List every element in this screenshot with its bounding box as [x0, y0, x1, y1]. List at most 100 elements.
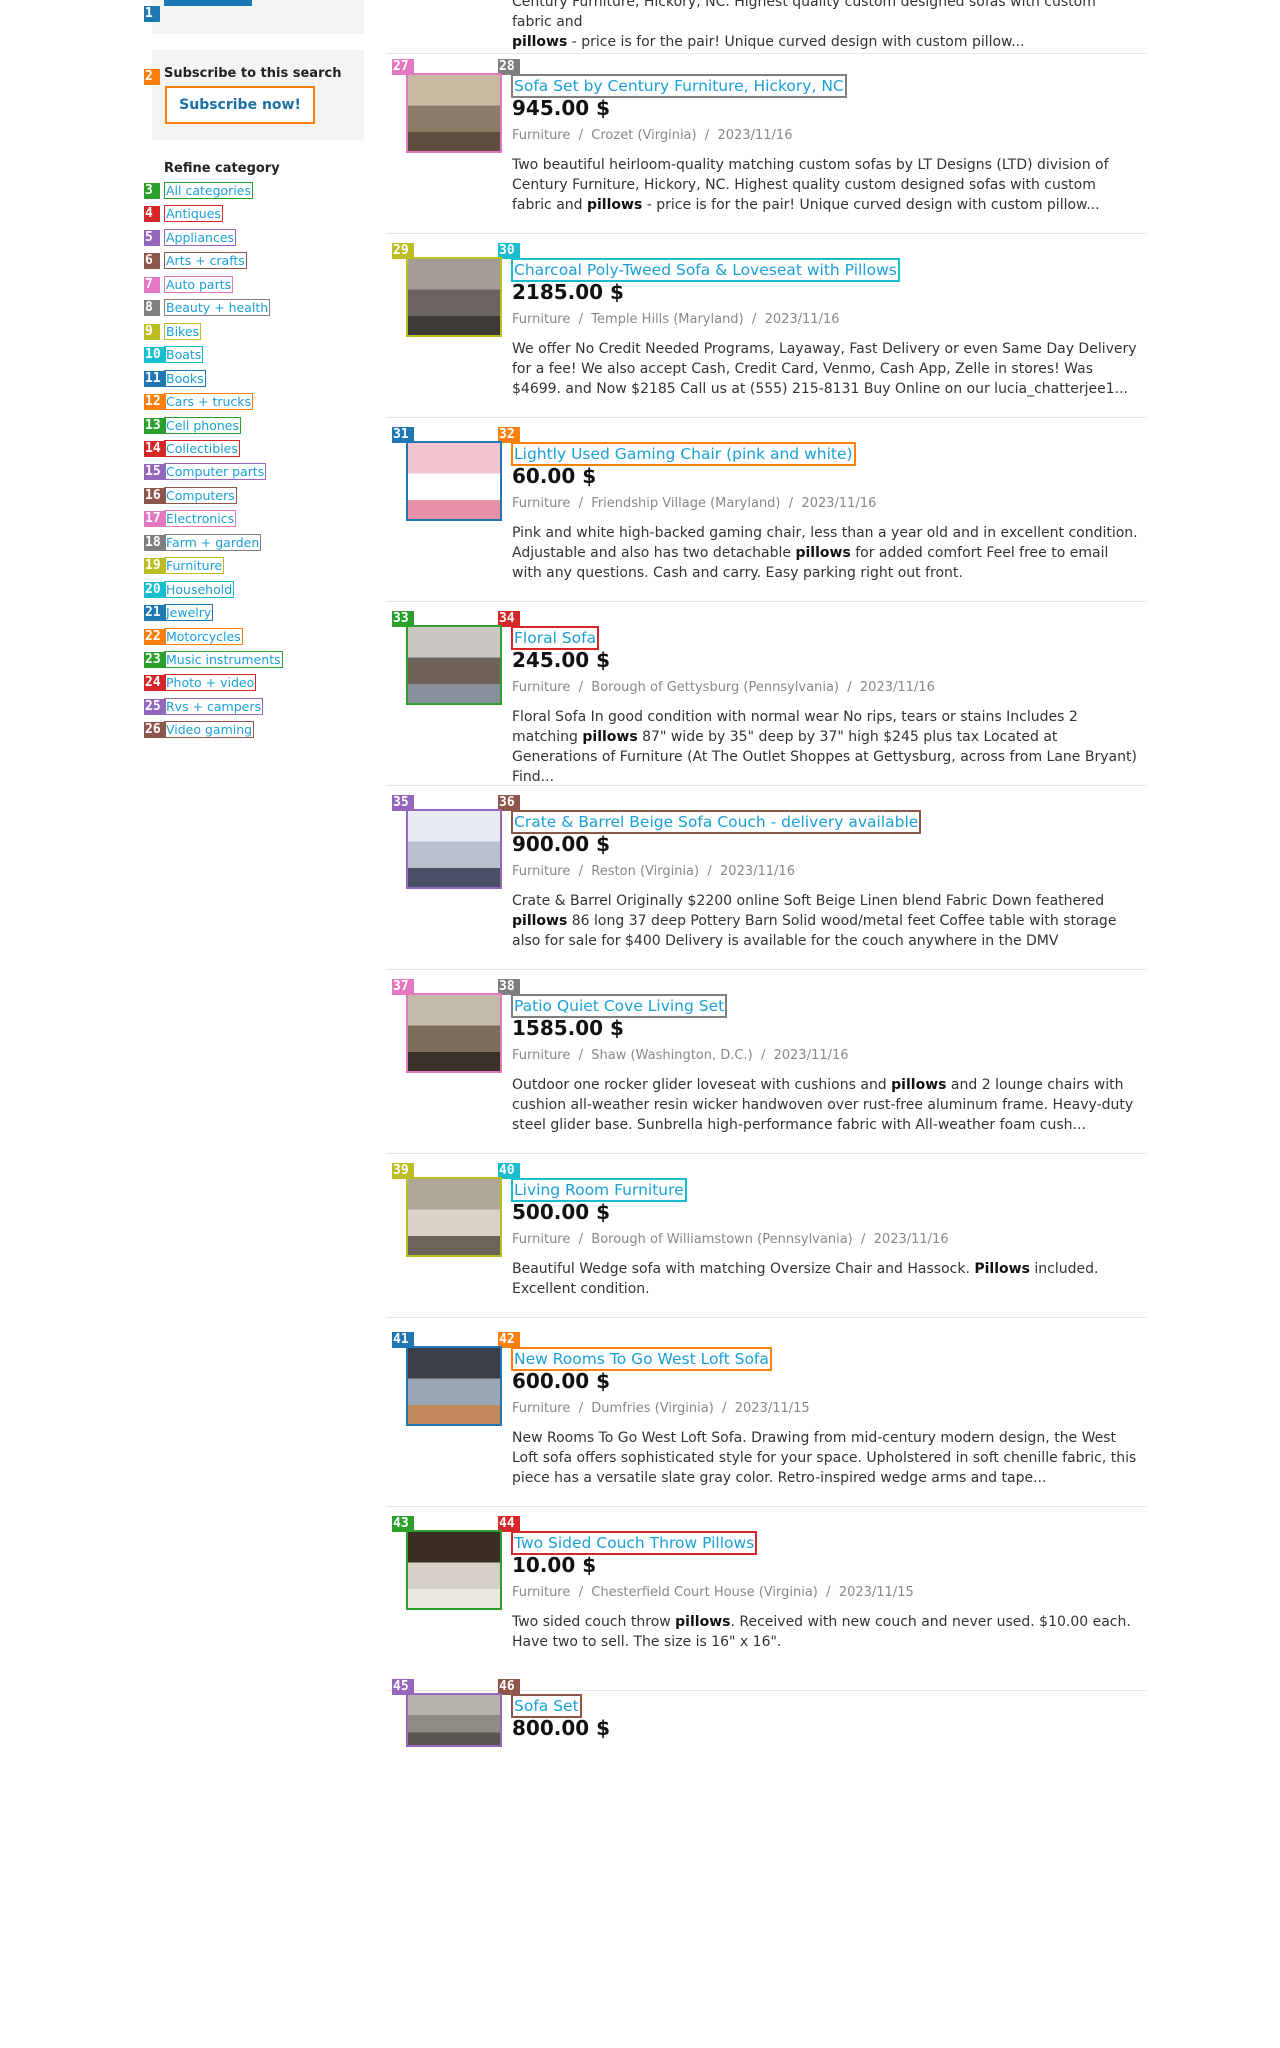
category-link[interactable]: Appliances	[164, 228, 237, 246]
category-link[interactable]: Collectibles	[164, 439, 240, 457]
listing-thumbnail[interactable]	[406, 1346, 502, 1426]
category-link[interactable]: Electronics	[164, 510, 237, 528]
listing-description: Beautiful Wedge sofa with matching Overs…	[512, 1259, 1140, 1299]
listing-price: 1585.00 $	[512, 1016, 624, 1040]
category-link[interactable]: Farm + garden	[164, 533, 262, 551]
listing-thumbnail[interactable]	[406, 625, 502, 705]
meta-separator: /	[570, 1401, 592, 1416]
listing-date: 2023/11/15	[838, 1585, 914, 1600]
category-link[interactable]: Video gaming	[164, 721, 255, 739]
tag-8: 8	[144, 300, 160, 317]
category-link[interactable]: Boats	[164, 346, 204, 364]
listing-date: 2023/11/15	[734, 1401, 810, 1416]
listing-title-link[interactable]: Charcoal Poly-Tweed Sofa & Loveseat with…	[511, 258, 900, 282]
description-text: Outdoor one rocker glider loveseat with …	[512, 1077, 892, 1093]
category-link[interactable]: All categories	[164, 182, 253, 199]
listing-title-link[interactable]: Two Sided Couch Throw Pillows	[511, 1531, 758, 1555]
category-link[interactable]: Auto parts	[164, 275, 234, 293]
tag-12: 12	[144, 394, 166, 411]
category-link[interactable]: Arts + crafts	[164, 252, 247, 270]
listing-date: 2023/11/16	[873, 1232, 949, 1247]
tag-16: 16	[144, 487, 166, 504]
listing-meta: Furniture / Chesterfield Court House (Vi…	[512, 1585, 914, 1600]
category-link[interactable]: Beauty + health	[164, 299, 271, 317]
listing-thumbnail[interactable]	[406, 257, 502, 337]
listing-description: New Rooms To Go West Loft Sofa. Drawing …	[512, 1428, 1140, 1488]
listing-thumbnail[interactable]	[406, 1693, 502, 1747]
category-link[interactable]: Jewelry	[164, 604, 214, 622]
meta-separator: /	[780, 496, 802, 511]
category-link[interactable]: Bikes	[164, 322, 202, 340]
listing-category[interactable]: Furniture	[512, 1232, 570, 1247]
listing-thumbnail[interactable]	[406, 993, 502, 1073]
category-link[interactable]: Music instruments	[164, 651, 283, 668]
listing-thumbnail[interactable]	[406, 73, 502, 153]
subscribe-button[interactable]: Subscribe now!	[165, 86, 315, 124]
listing-category[interactable]: Furniture	[512, 128, 570, 143]
category-link[interactable]: Rvs + campers	[164, 697, 264, 715]
listing-title-link[interactable]: Crate & Barrel Beige Sofa Couch - delive…	[511, 810, 922, 834]
listing-title-link[interactable]: Floral Sofa	[511, 626, 600, 650]
listing-category[interactable]: Furniture	[512, 496, 570, 511]
listing-category[interactable]: Furniture	[512, 1585, 570, 1600]
listing-title-link[interactable]: New Rooms To Go West Loft Sofa	[511, 1347, 772, 1371]
category-link[interactable]: Cell phones	[164, 416, 241, 434]
listing-category[interactable]: Furniture	[512, 864, 570, 879]
listing-title-link[interactable]: Sofa Set	[511, 1694, 582, 1718]
listing-category[interactable]: Furniture	[512, 1048, 570, 1063]
sidebar-top-button[interactable]	[164, 0, 252, 6]
meta-separator: /	[570, 1232, 592, 1247]
category-link[interactable]: Cars + trucks	[164, 393, 254, 411]
sidebar-top-panel	[152, 0, 364, 34]
listing-price: 10.00 $	[512, 1553, 597, 1577]
description-text: Crate & Barrel Originally $2200 online S…	[512, 893, 1105, 909]
divider	[386, 601, 1146, 602]
listing-category[interactable]: Furniture	[512, 680, 570, 695]
divider	[386, 417, 1146, 418]
listing-thumbnail[interactable]	[406, 1177, 502, 1257]
listing-price: 600.00 $	[512, 1369, 611, 1393]
listing-title-link[interactable]: Lightly Used Gaming Chair (pink and whit…	[511, 442, 856, 466]
listing-price: 900.00 $	[512, 832, 611, 856]
listing-meta: Furniture / Temple Hills (Maryland) / 20…	[512, 312, 840, 327]
listing-title-link[interactable]: Living Room Furniture	[511, 1178, 687, 1202]
description-keyword: pillows	[586, 197, 643, 213]
listing-date: 2023/11/16	[859, 680, 935, 695]
listing-title-link[interactable]: Sofa Set by Century Furniture, Hickory, …	[511, 74, 847, 98]
listing-title-link[interactable]: Patio Quiet Cove Living Set	[511, 994, 728, 1018]
category-link[interactable]: Furniture	[164, 557, 225, 575]
category-link[interactable]: Motorcycles	[164, 627, 243, 645]
meta-separator: /	[752, 1048, 774, 1063]
description-text: We offer No Credit Needed Programs, Laya…	[512, 341, 1137, 397]
tag-5: 5	[144, 229, 160, 246]
meta-separator: /	[570, 864, 592, 879]
divider	[386, 969, 1146, 970]
tag-7: 7	[144, 276, 160, 293]
listing-price: 945.00 $	[512, 96, 611, 120]
listing-category[interactable]: Furniture	[512, 1401, 570, 1416]
listing-thumbnail[interactable]	[406, 809, 502, 889]
category-link[interactable]: Computer parts	[164, 463, 267, 481]
category-link[interactable]: Photo + video	[164, 674, 257, 692]
meta-separator: /	[570, 680, 592, 695]
description-keyword: Pillows	[974, 1261, 1030, 1277]
meta-separator: /	[570, 1048, 592, 1063]
divider	[386, 53, 1146, 54]
tag-4: 4	[144, 206, 160, 223]
meta-separator: /	[852, 1232, 874, 1247]
listing-location: Friendship Village (Maryland)	[591, 496, 781, 511]
category-link[interactable]: Computers	[164, 486, 237, 504]
listing-price: 2185.00 $	[512, 280, 624, 304]
listing-thumbnail[interactable]	[406, 1530, 502, 1610]
listing-location: Shaw (Washington, D.C.)	[591, 1048, 753, 1063]
category-link[interactable]: Antiques	[164, 205, 223, 223]
listing-description: Outdoor one rocker glider loveseat with …	[512, 1075, 1140, 1135]
category-link[interactable]: Books	[164, 369, 206, 387]
category-link[interactable]: Household	[164, 580, 235, 598]
tag-15: 15	[144, 464, 166, 481]
description-text: Beautiful Wedge sofa with matching Overs…	[512, 1261, 975, 1277]
listing-thumbnail[interactable]	[406, 441, 502, 521]
listing-category[interactable]: Furniture	[512, 312, 570, 327]
listing-price: 245.00 $	[512, 648, 611, 672]
listing-location: Dumfries (Virginia)	[591, 1401, 714, 1416]
